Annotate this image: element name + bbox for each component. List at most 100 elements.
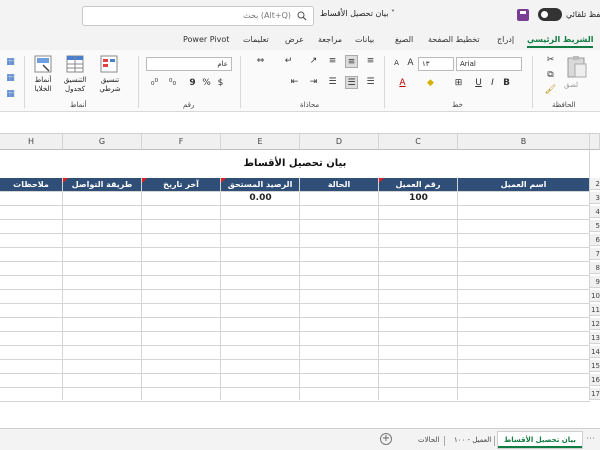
- row-header[interactable]: 15: [590, 360, 600, 372]
- tab-formulas[interactable]: الصيغ: [395, 35, 413, 44]
- cut-icon[interactable]: ✂: [544, 54, 557, 67]
- tab-view[interactable]: عرض: [285, 35, 304, 44]
- format-painter-icon[interactable]: 🖌: [544, 84, 557, 97]
- decrease-font-icon[interactable]: A: [390, 57, 403, 70]
- align-middle-icon[interactable]: ≡: [345, 55, 358, 68]
- row-header[interactable]: 5: [590, 220, 600, 232]
- header-status[interactable]: الحالة: [300, 178, 379, 191]
- header-notes[interactable]: ملاحظات: [0, 178, 63, 191]
- font-size-combo[interactable]: ١٣: [418, 57, 454, 71]
- cell-balance-due[interactable]: 0.00: [221, 191, 300, 205]
- row-header[interactable]: 11: [590, 304, 600, 316]
- row-header[interactable]: 10: [590, 290, 600, 302]
- italic-icon[interactable]: I: [486, 77, 499, 90]
- tab-home[interactable]: الشريط الرئيسي: [527, 35, 594, 48]
- row-header[interactable]: 3: [590, 192, 600, 204]
- tab-insert[interactable]: إدراج: [497, 35, 514, 44]
- select-all-corner[interactable]: [590, 134, 600, 150]
- column-header-c[interactable]: C: [379, 134, 458, 150]
- format-cells-icon[interactable]: ▦: [4, 88, 17, 101]
- column-header-e[interactable]: E: [221, 134, 300, 150]
- underline-icon[interactable]: U: [472, 77, 485, 90]
- add-sheet-icon[interactable]: +: [380, 433, 392, 445]
- sheet-title[interactable]: بيان تحصيل الأقساط: [0, 150, 590, 177]
- row-header[interactable]: 9: [590, 276, 600, 288]
- bold-icon[interactable]: B: [500, 77, 513, 90]
- row-header[interactable]: 16: [590, 374, 600, 386]
- fill-color-icon[interactable]: ◆: [424, 77, 437, 90]
- borders-icon[interactable]: ⊞: [452, 77, 465, 90]
- conditional-formatting-icon[interactable]: [100, 55, 118, 73]
- row-header[interactable]: 6: [590, 234, 600, 246]
- formula-bar[interactable]: [0, 112, 600, 134]
- currency-icon[interactable]: $: [214, 77, 227, 90]
- conditional-formatting-label[interactable]: تنسيق شرطي: [95, 76, 125, 94]
- align-right-icon[interactable]: ☰: [364, 76, 377, 89]
- increase-font-icon[interactable]: A: [404, 57, 417, 70]
- cell-styles-icon[interactable]: [34, 55, 52, 73]
- row-header[interactable]: 2: [590, 178, 600, 190]
- grid-line: [0, 373, 590, 374]
- header-last-date[interactable]: آخر تاريخ: [142, 178, 221, 191]
- tab-help[interactable]: تعليمات: [243, 35, 269, 44]
- document-title[interactable]: بيان تحصيل الأقساط ˅: [320, 9, 395, 18]
- sheet-tab-installments[interactable]: بيان تحصيل الأقساط: [498, 432, 582, 448]
- comment-marker: [142, 178, 147, 183]
- delete-cells-icon[interactable]: ▦: [4, 72, 17, 85]
- align-center-icon[interactable]: ☰: [345, 76, 358, 89]
- header-contact-method[interactable]: طريقة التواصل: [63, 178, 142, 191]
- tab-power-pivot[interactable]: Power Pivot: [183, 35, 229, 44]
- font-name-combo[interactable]: Arial: [456, 57, 522, 71]
- number-format-combo[interactable]: عام: [146, 57, 232, 71]
- font-color-icon[interactable]: A: [396, 77, 409, 90]
- cell-client-number[interactable]: 100: [379, 191, 458, 205]
- comma-style-icon[interactable]: 9: [186, 77, 199, 90]
- tab-scroll-icon[interactable]: ⋯: [584, 433, 597, 446]
- search-icon: [297, 11, 307, 21]
- row-header[interactable]: 4: [590, 206, 600, 218]
- merge-center-icon[interactable]: ⇔: [254, 55, 267, 68]
- grid-line: [0, 233, 590, 234]
- copy-icon[interactable]: ⧉: [544, 69, 557, 82]
- row-header[interactable]: 12: [590, 318, 600, 330]
- paste-icon[interactable]: [566, 55, 588, 79]
- percent-icon[interactable]: %: [200, 77, 213, 90]
- insert-cells-icon[interactable]: ▦: [4, 56, 17, 69]
- increase-decimal-icon[interactable]: ⁰₀: [166, 77, 179, 90]
- format-as-table-icon[interactable]: [66, 55, 84, 73]
- row-header[interactable]: 8: [590, 262, 600, 274]
- tab-data[interactable]: بيانات: [355, 35, 374, 44]
- row-header[interactable]: 14: [590, 346, 600, 358]
- align-bottom-icon[interactable]: ≡: [326, 55, 339, 68]
- decrease-decimal-icon[interactable]: ₀⁰: [148, 77, 161, 90]
- indent-icon[interactable]: ⇥: [307, 76, 320, 89]
- align-top-icon[interactable]: ≡: [364, 55, 377, 68]
- orientation-icon[interactable]: ↗: [307, 55, 320, 68]
- tab-review[interactable]: مراجعة: [318, 35, 342, 44]
- column-header-d[interactable]: D: [300, 134, 379, 150]
- column-header-b[interactable]: B: [458, 134, 590, 150]
- outdent-icon[interactable]: ⇤: [288, 76, 301, 89]
- column-header-h[interactable]: H: [0, 134, 63, 150]
- tab-page-layout[interactable]: تخطيط الصفحة: [428, 35, 480, 44]
- save-icon[interactable]: [517, 9, 529, 21]
- align-left-icon[interactable]: ☰: [326, 76, 339, 89]
- row-header[interactable]: 7: [590, 248, 600, 260]
- title-bar: بحث (Alt+Q) بيان تحصيل الأقساط ˅ حفظ تلق…: [0, 0, 600, 32]
- wrap-text-icon[interactable]: ↵: [282, 55, 295, 68]
- cell-styles-label[interactable]: أنماط الخلايا: [28, 76, 58, 94]
- header-client-number[interactable]: رقم العميل: [379, 178, 458, 191]
- row-header[interactable]: 13: [590, 332, 600, 344]
- column-header-g[interactable]: G: [63, 134, 142, 150]
- header-balance-due-label: الرصيد المستحق: [227, 180, 293, 189]
- sheet-tab-client-100[interactable]: العميل - ١٠٠: [448, 432, 497, 448]
- search-box[interactable]: بحث (Alt+Q): [82, 6, 314, 26]
- header-balance-due[interactable]: الرصيد المستحق: [221, 178, 300, 191]
- row-header[interactable]: 17: [590, 388, 600, 400]
- format-as-table-label[interactable]: التنسيق كجدول: [58, 76, 92, 94]
- header-client-name[interactable]: اسم العميل: [458, 178, 590, 191]
- sheet-tab-statuses[interactable]: الحالات: [412, 432, 445, 448]
- comment-marker: [221, 178, 226, 183]
- column-header-f[interactable]: F: [142, 134, 221, 150]
- autosave-toggle[interactable]: [538, 8, 562, 21]
